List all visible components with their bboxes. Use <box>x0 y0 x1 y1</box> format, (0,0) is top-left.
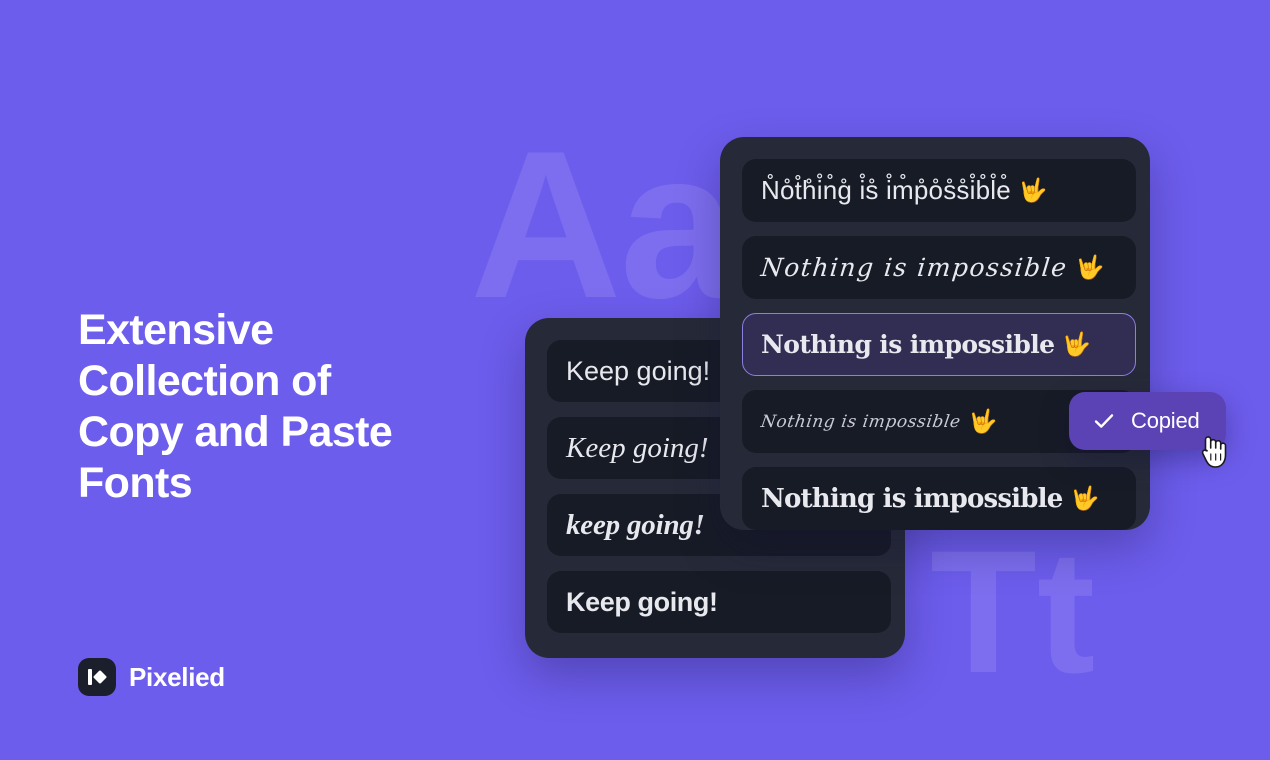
keep-going-row-text: keep going! <box>566 508 705 541</box>
promo-canvas: Aa Tt Extensive Collection of Copy and P… <box>0 0 1270 760</box>
keep-going-row[interactable]: Keep going! <box>547 571 891 633</box>
nothing-is-impossible-row[interactable]: Nothing is impossible 🤟 <box>742 467 1136 530</box>
rock-on-hand-icon: 🤟 <box>1062 332 1092 358</box>
copied-toast: Copied <box>1069 392 1226 450</box>
nothing-is-impossible-row-text: Nothing is impossible <box>759 411 963 432</box>
watermark-tt: Tt <box>930 515 1096 710</box>
page-title: Extensive Collection of Copy and Paste F… <box>78 306 393 507</box>
logo-bar-shape <box>88 669 92 685</box>
nothing-is-impossible-row[interactable]: Nothing is impossible 🤟 <box>742 313 1136 376</box>
nothing-is-impossible-row-text: N̊o̊t̊h̊i̊n̊g̊ i̊s̊ i̊m̊p̊o̊s̊s̊i̊b̊l̊e̊ <box>761 175 1011 205</box>
pixelied-logo-icon <box>78 658 116 696</box>
rock-on-hand-icon: 🤟 <box>1075 255 1105 281</box>
font-list-card-front: N̊o̊t̊h̊i̊n̊g̊ i̊s̊ i̊m̊p̊o̊s̊s̊i̊b̊l̊e̊… <box>720 137 1150 530</box>
font-list-front: N̊o̊t̊h̊i̊n̊g̊ i̊s̊ i̊m̊p̊o̊s̊s̊i̊b̊l̊e̊… <box>742 159 1136 530</box>
nothing-is-impossible-row-text: Nothing is impossible <box>761 483 1063 514</box>
copied-toast-label: Copied <box>1131 408 1200 433</box>
rock-on-hand-icon: 🤟 <box>1070 486 1100 512</box>
watermark-aa: Aa <box>470 107 736 342</box>
keep-going-row-text: Keep going! <box>566 431 709 464</box>
keep-going-row-text: Keep going! <box>566 586 718 617</box>
nothing-is-impossible-row-text: Nothing is impossible <box>759 253 1070 282</box>
keep-going-row-text: Keep going! <box>566 355 711 386</box>
rock-on-hand-icon: 🤟 <box>1018 178 1048 204</box>
nothing-is-impossible-row[interactable]: N̊o̊t̊h̊i̊n̊g̊ i̊s̊ i̊m̊p̊o̊s̊s̊i̊b̊l̊e̊… <box>742 159 1136 222</box>
nothing-is-impossible-row-text: Nothing is impossible <box>761 330 1055 359</box>
logo-diamond-shape <box>92 669 108 685</box>
check-icon <box>1091 408 1117 434</box>
brand-lockup: Pixelied <box>78 658 225 696</box>
nothing-is-impossible-row[interactable]: Nothing is impossible 🤟 <box>742 236 1136 299</box>
brand-name: Pixelied <box>129 661 225 692</box>
rock-on-hand-icon: 🤟 <box>968 409 998 435</box>
